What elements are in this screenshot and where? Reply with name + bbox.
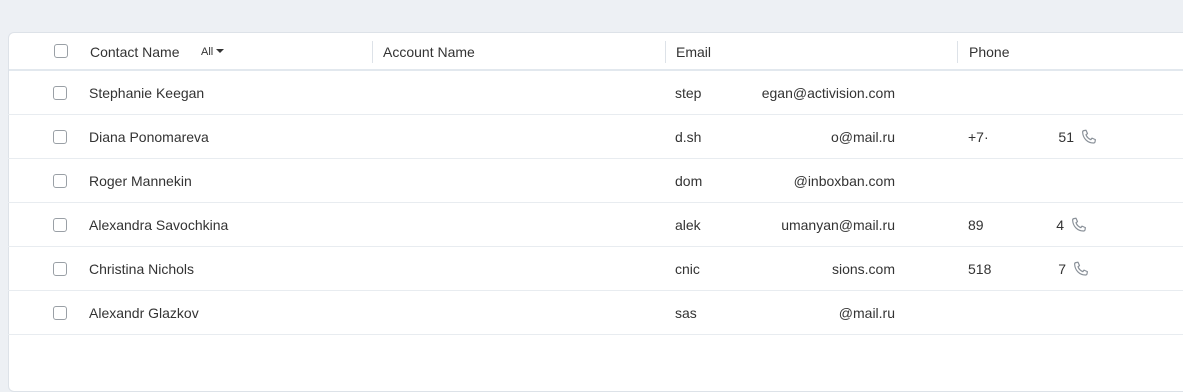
contact-name-cell[interactable]: Stephanie Keegan xyxy=(89,71,204,115)
row-checkbox[interactable] xyxy=(53,130,67,144)
email-cell-start[interactable]: step xyxy=(675,71,701,115)
row-checkbox[interactable] xyxy=(53,306,67,320)
email-cell-end[interactable]: egan@activision.com xyxy=(762,71,895,115)
row-checkbox[interactable] xyxy=(53,174,67,188)
phone-icon[interactable] xyxy=(1080,128,1098,146)
email-cell-start[interactable]: cnic xyxy=(675,247,700,291)
row-checkbox[interactable] xyxy=(53,262,67,276)
phone-cell-end[interactable]: 7 xyxy=(1058,247,1066,291)
email-cell-start[interactable]: dom xyxy=(675,159,702,203)
contact-name-cell[interactable]: Christina Nichols xyxy=(89,247,194,291)
email-cell-start[interactable]: sas xyxy=(675,291,697,335)
filter-label: All xyxy=(201,46,214,58)
column-contact-name[interactable]: Contact Name xyxy=(90,33,179,71)
phone-cell-end[interactable]: 4 xyxy=(1056,203,1064,247)
row-checkbox[interactable] xyxy=(53,86,67,100)
email-cell-end[interactable]: @mail.ru xyxy=(839,291,895,335)
email-cell-end[interactable]: @inboxban.com xyxy=(794,159,895,203)
column-account-name[interactable]: Account Name xyxy=(383,33,475,71)
row-checkbox[interactable] xyxy=(53,218,67,232)
contact-name-cell[interactable]: Diana Ponomareva xyxy=(89,115,209,159)
table-row[interactable]: Stephanie Keegan step egan@activision.com xyxy=(8,71,1183,115)
email-cell-start[interactable]: alek xyxy=(675,203,701,247)
email-cell-start[interactable]: d.sh xyxy=(675,115,701,159)
column-phone[interactable]: Phone xyxy=(969,33,1009,71)
phone-cell-start[interactable]: 518 xyxy=(968,247,991,291)
table-row[interactable]: Roger Mannekin dom @inboxban.com xyxy=(8,159,1183,203)
column-resize-handle[interactable] xyxy=(372,41,373,63)
contact-name-cell[interactable]: Alexandr Glazkov xyxy=(89,291,199,335)
contact-name-cell[interactable]: Alexandra Savochkina xyxy=(89,203,228,247)
phone-cell-start[interactable]: +7· xyxy=(968,115,989,159)
phone-icon[interactable] xyxy=(1072,260,1090,278)
select-all-checkbox[interactable] xyxy=(54,44,68,58)
phone-cell-start[interactable]: 89 xyxy=(968,203,984,247)
phone-cell-end[interactable]: 51 xyxy=(1058,115,1074,159)
table-row[interactable]: Diana Ponomareva d.sh o@mail.ru +7· 51 xyxy=(8,115,1183,159)
phone-icon[interactable] xyxy=(1070,216,1088,234)
email-cell-end[interactable]: sions.com xyxy=(832,247,895,291)
table-row[interactable]: Christina Nichols cnic sions.com 518 7 xyxy=(8,247,1183,291)
column-email[interactable]: Email xyxy=(676,33,711,71)
email-cell-end[interactable]: umanyan@mail.ru xyxy=(781,203,895,247)
contact-name-cell[interactable]: Roger Mannekin xyxy=(89,159,192,203)
table-row[interactable]: Alexandra Savochkina alek umanyan@mail.ru 8… xyxy=(8,203,1183,247)
caret-down-icon xyxy=(216,49,225,54)
table-row[interactable]: Alexandr Glazkov sas @mail.ru xyxy=(8,291,1183,335)
table-header: Contact Name All Account Name Email Phon… xyxy=(9,33,1183,71)
column-resize-handle[interactable] xyxy=(665,41,666,63)
contact-filter-dropdown[interactable]: All xyxy=(201,33,225,71)
column-resize-handle[interactable] xyxy=(957,41,958,63)
email-cell-end[interactable]: o@mail.ru xyxy=(831,115,895,159)
